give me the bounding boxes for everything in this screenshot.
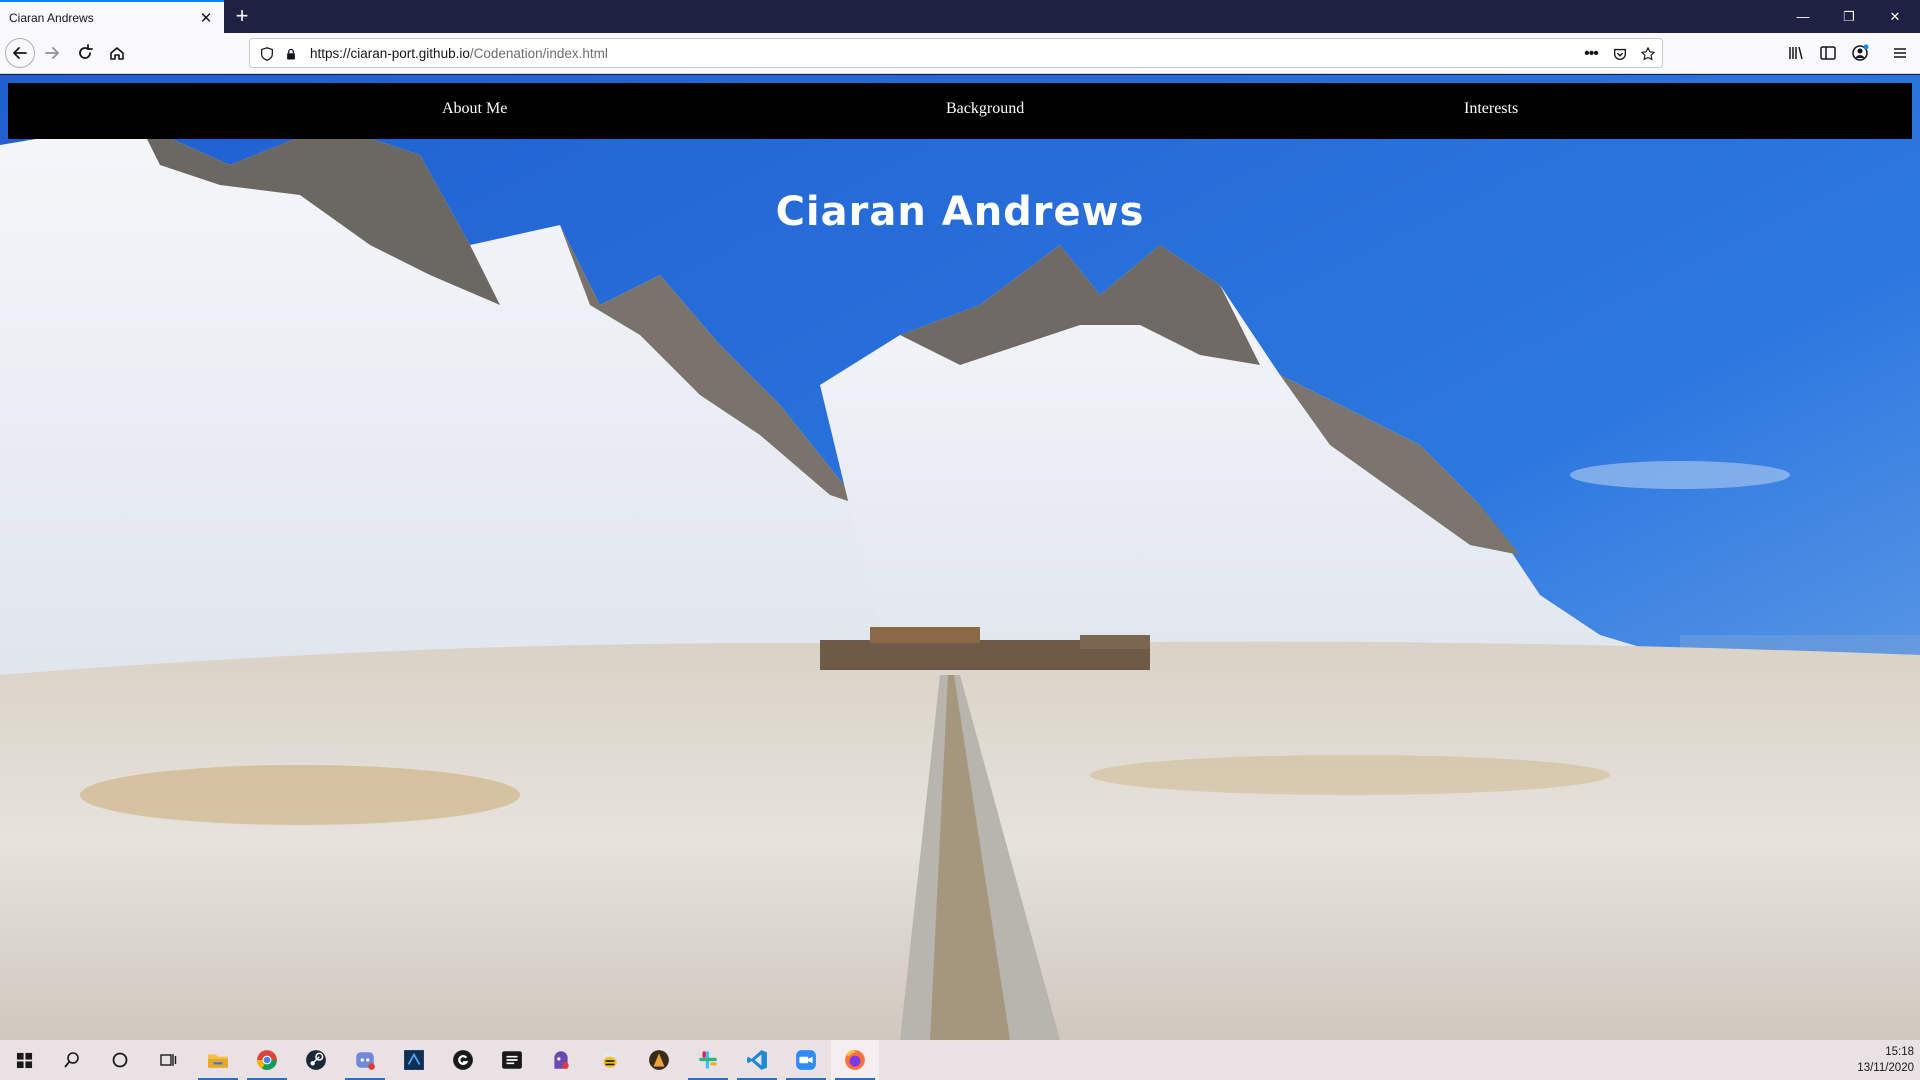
close-icon[interactable]: ✕	[194, 6, 218, 30]
restore-icon[interactable]: ❐	[1826, 0, 1872, 33]
github-icon[interactable]	[439, 1040, 487, 1080]
url-host: https://ciaran-port.github.io	[310, 46, 470, 61]
app-icon[interactable]	[537, 1040, 585, 1080]
system-clock[interactable]: 15:18 13/11/2020	[1857, 1044, 1914, 1076]
search-icon[interactable]	[48, 1040, 96, 1080]
home-icon[interactable]	[102, 38, 132, 68]
nav-about-me[interactable]: About Me	[442, 100, 507, 118]
bee-icon[interactable]	[586, 1040, 634, 1080]
minimize-icon[interactable]: —	[1780, 0, 1826, 33]
task-view-icon[interactable]	[144, 1040, 192, 1080]
ide-icon[interactable]	[390, 1040, 438, 1080]
sidebar-icon[interactable]	[1813, 38, 1843, 68]
file-explorer-icon[interactable]	[194, 1040, 242, 1080]
url-text[interactable]: https://ciaran-port.github.io/Codenation…	[310, 46, 608, 61]
cortana-icon[interactable]	[96, 1040, 144, 1080]
chrome-icon[interactable]	[243, 1040, 291, 1080]
discord-icon[interactable]	[341, 1040, 389, 1080]
forward-icon[interactable]	[37, 38, 67, 68]
nav-background[interactable]: Background	[946, 100, 1024, 118]
firefox-icon[interactable]	[831, 1040, 879, 1080]
slack-icon[interactable]	[684, 1040, 732, 1080]
account-icon[interactable]	[1845, 38, 1875, 68]
page-actions-icon[interactable]: •••	[1582, 45, 1600, 63]
tab-title: Ciaran Andrews	[9, 10, 94, 25]
window-close-icon[interactable]: ✕	[1872, 0, 1918, 33]
url-bar[interactable]: https://ciaran-port.github.io/Codenation…	[249, 38, 1663, 68]
clock-time: 15:18	[1885, 1046, 1914, 1058]
tab-strip: Ciaran Andrews ✕ + — ❐ ✕	[0, 0, 1920, 33]
plus-icon[interactable]: +	[229, 4, 255, 30]
shield-icon[interactable]	[258, 45, 276, 63]
clock-date: 13/11/2020	[1857, 1062, 1914, 1074]
notes-icon[interactable]	[488, 1040, 536, 1080]
bookmark-star-icon[interactable]	[1639, 45, 1657, 63]
reload-icon[interactable]	[70, 38, 100, 68]
browser-tab[interactable]: Ciaran Andrews ✕	[0, 0, 224, 33]
url-path: /Codenation/index.html	[469, 46, 608, 61]
menu-icon[interactable]	[1885, 38, 1915, 68]
navigation-toolbar: https://ciaran-port.github.io/Codenation…	[0, 33, 1920, 74]
nav-interests[interactable]: Interests	[1464, 100, 1518, 118]
windows-start-icon[interactable]	[0, 1040, 48, 1080]
web-page: About Me Background Interests Ciaran And…	[0, 75, 1920, 1040]
vscode-icon[interactable]	[733, 1040, 781, 1080]
steam-icon[interactable]	[292, 1040, 340, 1080]
lock-icon[interactable]	[282, 45, 300, 63]
page-title: Ciaran Andrews	[775, 189, 1145, 235]
back-icon[interactable]	[5, 38, 35, 68]
library-icon[interactable]	[1781, 38, 1811, 68]
site-navbar: About Me Background Interests	[8, 83, 1912, 139]
zoom-icon[interactable]	[782, 1040, 830, 1080]
pocket-icon[interactable]	[1611, 45, 1629, 63]
game-icon[interactable]	[635, 1040, 683, 1080]
windows-taskbar: 15:18 13/11/2020	[0, 1040, 1920, 1080]
